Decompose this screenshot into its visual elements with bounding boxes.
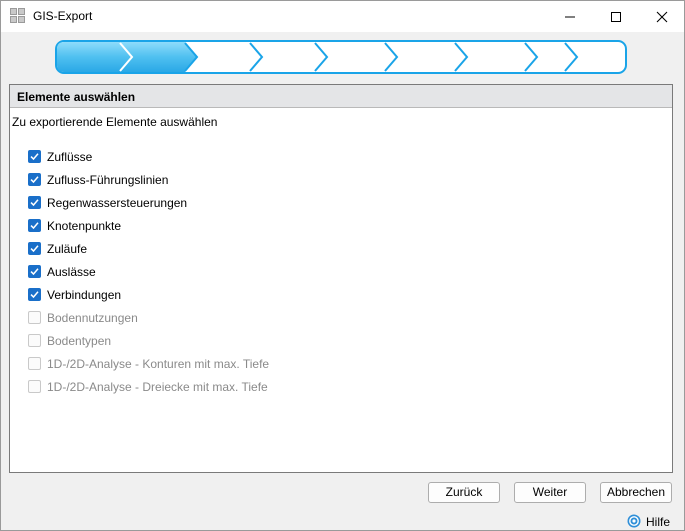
checkbox: [28, 334, 41, 347]
panel-subtitle: Zu exportierende Elemente auswählen: [12, 115, 218, 129]
checkmark-icon: [30, 268, 39, 276]
back-button[interactable]: Zurück: [428, 482, 500, 503]
checkbox-label: Auslässe: [47, 265, 96, 279]
gis-export-window: GIS-Export Elemente auswählen Zu exporti…: [0, 0, 685, 531]
checkbox[interactable]: [28, 219, 41, 232]
checkbox-label: 1D-/2D-Analyse - Konturen mit max. Tiefe: [47, 357, 270, 371]
wizard-progress-bar: [55, 40, 627, 74]
app-icon: [10, 8, 26, 24]
checkbox-label: 1D-/2D-Analyse - Dreiecke mit max. Tiefe: [47, 380, 268, 394]
cancel-button[interactable]: Abbrechen: [600, 482, 672, 503]
checkbox-label: Knotenpunkte: [47, 219, 122, 233]
checkbox[interactable]: [28, 196, 41, 209]
maximize-button[interactable]: [593, 1, 639, 32]
checkbox-label: Bodennutzungen: [47, 311, 138, 325]
title-bar[interactable]: GIS-Export: [1, 1, 684, 32]
wizard-progress-fill: [57, 42, 198, 72]
elements-panel: Elemente auswählen Zu exportierende Elem…: [9, 84, 673, 473]
help-icon: [627, 514, 641, 528]
checkbox-label: Zuflüsse: [47, 150, 93, 164]
minimize-button[interactable]: [547, 1, 593, 32]
checkbox-label: Regenwassersteuerungen: [47, 196, 188, 210]
checkbox[interactable]: [28, 150, 41, 163]
checkbox: [28, 357, 41, 370]
checkmark-icon: [30, 291, 39, 299]
checkbox-label: Zuläufe: [47, 242, 88, 256]
checkmark-icon: [30, 153, 39, 161]
minimize-icon: [565, 16, 575, 18]
checkbox[interactable]: [28, 242, 41, 255]
maximize-icon: [611, 12, 621, 22]
panel-title: Elemente auswählen: [17, 90, 136, 104]
next-button[interactable]: Weiter: [514, 482, 586, 503]
close-button[interactable]: [639, 1, 685, 32]
panel-header: Elemente auswählen: [10, 85, 672, 108]
checkmark-icon: [30, 222, 39, 230]
checkbox: [28, 380, 41, 393]
help-label: Hilfe: [646, 515, 671, 529]
checkmark-icon: [30, 176, 39, 184]
window-title: GIS-Export: [33, 9, 93, 23]
checkmark-icon: [30, 199, 39, 207]
checkbox[interactable]: [28, 173, 41, 186]
checkbox: [28, 311, 41, 324]
checkmark-icon: [30, 245, 39, 253]
checkbox-label: Bodentypen: [47, 334, 112, 348]
checkbox-label: Zufluss-Führungslinien: [47, 173, 169, 187]
checkbox-label: Verbindungen: [47, 288, 122, 302]
checkbox[interactable]: [28, 265, 41, 278]
close-icon: [656, 11, 668, 23]
checkbox[interactable]: [28, 288, 41, 301]
